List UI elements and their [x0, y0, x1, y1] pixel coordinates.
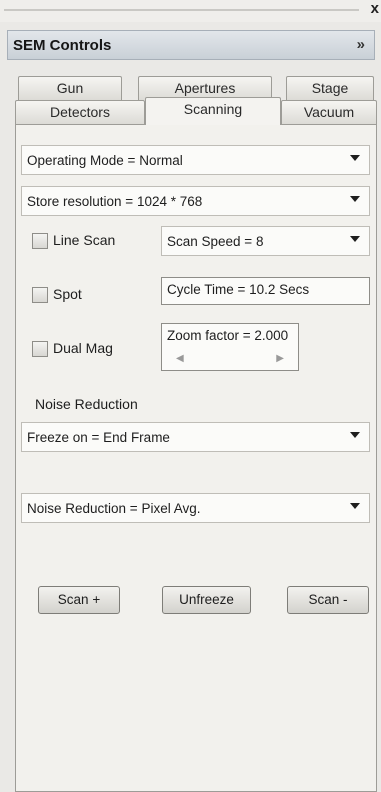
noise-reduction-value: Noise Reduction = Pixel Avg. [27, 501, 201, 516]
dual-mag-checkbox[interactable] [32, 341, 48, 357]
scroll-left-icon[interactable]: ◀ [176, 353, 184, 364]
tab-scanning[interactable]: Scanning [145, 97, 281, 125]
cycle-time-field[interactable]: Cycle Time = 10.2 Secs [161, 277, 370, 305]
scan-minus-button[interactable]: Scan - [287, 586, 369, 614]
zoom-factor-field[interactable]: Zoom factor = 2.000 ◀ ▶ [161, 323, 299, 371]
noise-reduction-heading: Noise Reduction [35, 396, 138, 412]
spot-checkbox[interactable] [32, 287, 48, 303]
close-icon[interactable]: x [371, 1, 379, 17]
spot-label: Spot [53, 286, 82, 302]
chevron-down-icon [350, 432, 360, 438]
chevron-down-icon [350, 196, 360, 202]
chevron-down-icon [350, 503, 360, 509]
operating-mode-value: Operating Mode = Normal [27, 153, 183, 168]
panel-title: SEM Controls [13, 37, 112, 54]
scan-plus-button[interactable]: Scan + [38, 586, 120, 614]
window-titlebar: x [0, 0, 381, 22]
tab-detectors[interactable]: Detectors [15, 100, 145, 124]
panel-header[interactable]: SEM Controls » [7, 30, 375, 60]
dual-mag-label: Dual Mag [53, 340, 113, 356]
noise-reduction-select[interactable]: Noise Reduction = Pixel Avg. [21, 493, 370, 523]
scan-speed-select[interactable]: Scan Speed = 8 [161, 226, 370, 256]
store-resolution-value: Store resolution = 1024 * 768 [27, 194, 203, 209]
chevron-down-icon [350, 155, 360, 161]
tab-stage[interactable]: Stage [286, 76, 374, 100]
tab-gun[interactable]: Gun [18, 76, 122, 100]
zoom-factor-value: Zoom factor = 2.000 [167, 328, 289, 343]
freeze-on-select[interactable]: Freeze on = End Frame [21, 422, 370, 452]
scanning-panel: Operating Mode = Normal Store resolution… [15, 124, 377, 792]
line-scan-checkbox[interactable] [32, 233, 48, 249]
collapse-icon[interactable]: » [357, 36, 365, 53]
line-scan-label: Line Scan [53, 232, 116, 248]
scroll-right-icon[interactable]: ▶ [276, 353, 284, 364]
chevron-down-icon [350, 236, 360, 242]
store-resolution-select[interactable]: Store resolution = 1024 * 768 [21, 186, 370, 216]
tab-vacuum[interactable]: Vacuum [281, 100, 377, 124]
freeze-on-value: Freeze on = End Frame [27, 430, 170, 445]
scan-speed-value: Scan Speed = 8 [167, 234, 264, 249]
titlebar-grip[interactable] [4, 9, 359, 11]
unfreeze-button[interactable]: Unfreeze [162, 586, 251, 614]
operating-mode-select[interactable]: Operating Mode = Normal [21, 145, 370, 175]
cycle-time-value: Cycle Time = 10.2 Secs [167, 282, 310, 297]
